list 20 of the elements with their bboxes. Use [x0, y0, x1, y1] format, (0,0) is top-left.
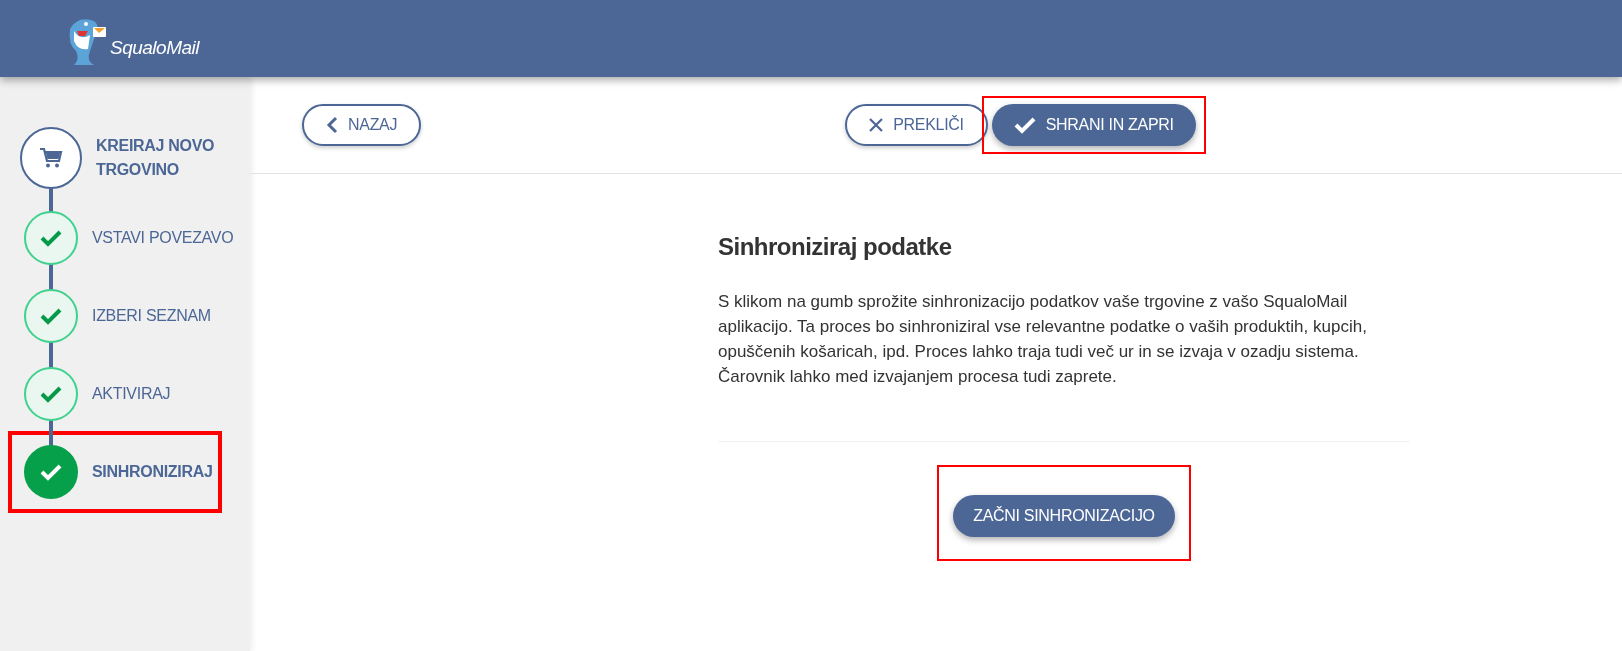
step-label: VSTAVI POVEZAVO: [92, 228, 234, 248]
logo-text: SqualoMail: [110, 36, 199, 60]
step-label: AKTIVIRAJ: [92, 384, 171, 404]
step-label: KREIRAJ NOVO TRGOVINO: [96, 136, 216, 180]
save-button[interactable]: SHRANI IN ZAPRI: [991, 104, 1196, 146]
description-text: S klikom na gumb sprožite sinhronizacijo podatkov vaše trgovine z vašo SqualoMail aplikacijo. Ta proces bo sinhroniziral vse relevantne podatke o vaših produktih, kupcih, opuščenih košaricah, ipd. Proces lahko traja tudi več ur in se izvaja v ozadju sistema. Čarovnik lahko med izvajanjem procesa tudi zaprete.: [718, 291, 1368, 388]
back-button[interactable]: NAZAJ: [302, 104, 422, 146]
check-icon: [40, 307, 62, 325]
step-label: IZBERI SEZNAM: [92, 306, 211, 326]
start-sync-button[interactable]: ZAČNI SINHRONIZACIJO: [953, 495, 1175, 537]
cart-icon: [39, 147, 63, 169]
check-icon: [40, 229, 62, 247]
section-title: Sinhroniziraj podatke: [718, 232, 953, 262]
check-icon: [1013, 116, 1036, 134]
check-icon: [40, 385, 62, 403]
close-icon: [869, 118, 884, 132]
chevron-left-icon: [326, 116, 338, 134]
cancel-button[interactable]: PREKLIČI: [845, 104, 988, 146]
check-icon: [40, 463, 62, 481]
step-label: SINHRONIZIRAJ: [92, 462, 213, 482]
